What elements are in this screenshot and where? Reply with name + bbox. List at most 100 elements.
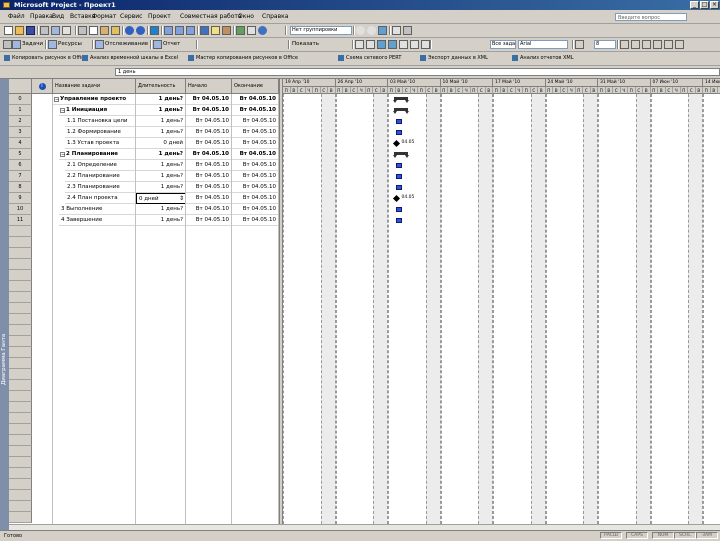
task-duration-cell[interactable]: 1 день? bbox=[136, 116, 186, 127]
grid-icon[interactable] bbox=[3, 40, 12, 49]
assign-resources-icon[interactable] bbox=[222, 26, 231, 35]
task-bar[interactable] bbox=[395, 174, 402, 179]
row-header[interactable]: 10 bbox=[9, 204, 32, 215]
zoom-in-icon[interactable] bbox=[356, 26, 365, 35]
timescale-day-header[interactable]: П bbox=[493, 87, 501, 94]
new-icon[interactable] bbox=[4, 26, 13, 35]
align-center-icon[interactable] bbox=[664, 40, 673, 49]
timescale-day-header[interactable]: В bbox=[395, 87, 403, 94]
task-finish-cell[interactable]: Вт 04.05.10 bbox=[232, 105, 279, 116]
timescale-day-header[interactable]: С bbox=[688, 87, 696, 94]
analysis-link-3[interactable]: Схема сетевого PERT bbox=[338, 52, 401, 65]
timescale-day-header[interactable]: П bbox=[313, 87, 321, 94]
help-search-input[interactable]: Введите вопрос bbox=[615, 13, 687, 21]
row-header[interactable]: 1 bbox=[9, 105, 32, 116]
task-details-icon[interactable] bbox=[403, 26, 412, 35]
timescale-week-header[interactable]: 31 Май '10 bbox=[598, 79, 651, 87]
tracking-button[interactable]: Отслеживание bbox=[105, 38, 148, 51]
timescale-day-header[interactable]: С bbox=[350, 87, 358, 94]
menu-item-1[interactable]: Правка bbox=[30, 11, 53, 23]
task-name-cell[interactable]: 2.1 Определение bbox=[65, 160, 136, 171]
copy-picture-office-icon[interactable] bbox=[392, 26, 401, 35]
row-header[interactable] bbox=[9, 468, 32, 479]
view-bar[interactable]: Диаграмма Ганта bbox=[0, 79, 9, 530]
timescale-day-header[interactable]: П bbox=[388, 87, 396, 94]
timescale-day-header[interactable]: П bbox=[283, 87, 291, 94]
task-bar[interactable] bbox=[395, 130, 402, 135]
analysis-link-5[interactable]: Анализ отчетов XML bbox=[512, 52, 573, 65]
menu-item-0[interactable]: Файл bbox=[8, 11, 25, 23]
save-icon[interactable] bbox=[26, 26, 35, 35]
row-header[interactable]: 3 bbox=[9, 127, 32, 138]
timescale-day-header[interactable]: С bbox=[613, 87, 621, 94]
task-start-cell[interactable]: Вт 04.05.10 bbox=[186, 138, 232, 149]
show-icon[interactable] bbox=[399, 40, 408, 49]
task-duration-cell[interactable]: 1 день? bbox=[136, 182, 186, 193]
row-header[interactable] bbox=[9, 446, 32, 457]
task-start-cell[interactable]: Вт 04.05.10 bbox=[186, 182, 232, 193]
analysis-link-2[interactable]: Мастер копирования рисунков в Office bbox=[188, 52, 298, 65]
timescale-day-header[interactable]: В bbox=[290, 87, 298, 94]
menu-item-7[interactable]: Совместная работа bbox=[180, 11, 242, 23]
row-header[interactable] bbox=[9, 248, 32, 259]
timescale-day-header[interactable]: П bbox=[440, 87, 448, 94]
timescale-day-header[interactable]: П bbox=[598, 87, 606, 94]
row-header[interactable]: 5 bbox=[9, 149, 32, 160]
collapse-icon[interactable]: − bbox=[54, 97, 59, 103]
copy-picture-icon[interactable] bbox=[247, 26, 256, 35]
timescale-day-header[interactable]: П bbox=[703, 87, 711, 94]
maximize-button[interactable]: □ bbox=[700, 1, 709, 9]
row-header[interactable] bbox=[9, 402, 32, 413]
timescale-day-header[interactable]: В bbox=[643, 87, 651, 94]
timescale-day-header[interactable]: В bbox=[658, 87, 666, 94]
goto-task-icon[interactable] bbox=[378, 26, 387, 35]
timescale-week-header[interactable]: 10 Май '10 bbox=[440, 79, 493, 87]
task-start-cell[interactable]: Вт 04.05.10 bbox=[186, 160, 232, 171]
task-start-cell[interactable]: Вт 04.05.10 bbox=[186, 94, 232, 105]
font-size-combo[interactable]: 8 bbox=[594, 40, 616, 49]
task-name-cell[interactable]: 1.2 Формирование bbox=[65, 127, 136, 138]
task-name-cell[interactable]: 4 Завершение bbox=[59, 215, 136, 226]
close-button[interactable]: × bbox=[710, 1, 719, 9]
timescale-day-header[interactable]: П bbox=[545, 87, 553, 94]
timescale-day-header[interactable]: С bbox=[455, 87, 463, 94]
timescale-day-header[interactable]: В bbox=[448, 87, 456, 94]
task-bar[interactable] bbox=[395, 185, 402, 190]
timescale-week-header[interactable]: 17 Май '10 bbox=[493, 79, 546, 87]
row-header[interactable] bbox=[9, 237, 32, 248]
help-icon[interactable] bbox=[258, 26, 267, 35]
row-header[interactable] bbox=[9, 358, 32, 369]
menu-item-5[interactable]: Сервис bbox=[120, 11, 142, 23]
row-header[interactable] bbox=[9, 336, 32, 347]
redo-icon[interactable] bbox=[136, 26, 145, 35]
timescale-day-header[interactable]: С bbox=[478, 87, 486, 94]
task-bar[interactable] bbox=[395, 207, 402, 212]
duration-spinner-icon[interactable]: ⇕ bbox=[179, 194, 184, 203]
task-name-cell[interactable]: Управление проекто bbox=[53, 94, 136, 105]
print-icon[interactable] bbox=[40, 26, 49, 35]
timescale-day-header[interactable]: С bbox=[425, 87, 433, 94]
timescale-day-header[interactable]: П bbox=[470, 87, 478, 94]
filter-icon[interactable] bbox=[355, 40, 364, 49]
timescale-week-header[interactable]: 19 Апр '10 bbox=[283, 79, 336, 87]
column-header-indicators[interactable]: i bbox=[32, 79, 53, 94]
task-name-cell[interactable]: 2.4 План проекта bbox=[65, 193, 136, 204]
menu-item-8[interactable]: Окно bbox=[238, 11, 254, 23]
minus-icon[interactable] bbox=[421, 40, 430, 49]
copy-icon[interactable] bbox=[89, 26, 98, 35]
row-header[interactable]: 11 bbox=[9, 215, 32, 226]
timescale-day-header[interactable]: П bbox=[575, 87, 583, 94]
column-header-name[interactable]: Название задачи bbox=[53, 79, 136, 94]
task-info-icon[interactable] bbox=[200, 26, 209, 35]
split-task-icon[interactable] bbox=[186, 26, 195, 35]
timescale-day-header[interactable]: В bbox=[500, 87, 508, 94]
undo-icon[interactable] bbox=[125, 26, 134, 35]
bold-icon[interactable] bbox=[620, 40, 629, 49]
task-name-cell[interactable]: 1.1 Постановка цели bbox=[65, 116, 136, 127]
timescale-week-header[interactable]: 24 Май '10 bbox=[545, 79, 598, 87]
task-finish-cell[interactable]: Вт 04.05.10 bbox=[232, 171, 279, 182]
task-duration-cell[interactable]: 0 дней bbox=[136, 138, 186, 149]
timescale-day-header[interactable]: В bbox=[553, 87, 561, 94]
show-subtasks-icon[interactable] bbox=[366, 40, 375, 49]
row-header[interactable] bbox=[9, 270, 32, 281]
